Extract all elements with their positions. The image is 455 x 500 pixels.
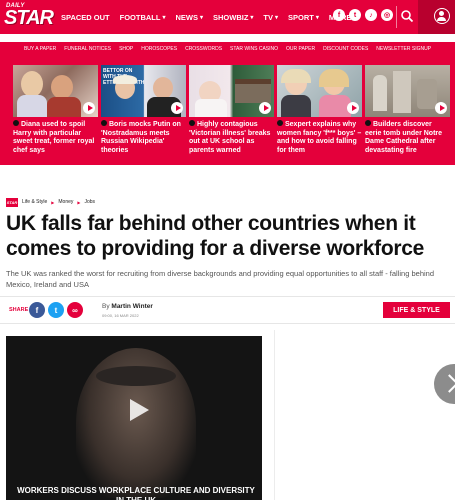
nav-item-football[interactable]: FOOTBALL ▾ — [120, 13, 166, 22]
bullet-dot-icon — [13, 120, 19, 126]
subnav-funeral-notices[interactable]: FUNERAL NOTICES — [64, 46, 111, 52]
play-icon — [435, 102, 447, 114]
search-icon[interactable] — [400, 9, 414, 23]
bullet-dot-icon — [277, 120, 283, 126]
section-button[interactable]: LIFE & STYLE — [383, 302, 450, 318]
play-icon — [259, 102, 271, 114]
account-icon[interactable] — [434, 8, 450, 24]
instagram-icon[interactable]: ◎ — [381, 9, 393, 21]
nav-label: SPACED OUT — [61, 12, 110, 22]
promo-thumbnail — [277, 65, 362, 117]
play-icon[interactable] — [124, 396, 152, 424]
subnav-discount-codes[interactable]: DISCOUNT CODES — [323, 46, 368, 52]
column-divider — [274, 330, 275, 500]
subnav-newsletter-signup[interactable]: NEWSLETTER SIGNUP — [376, 46, 431, 52]
chevron-down-icon: ▾ — [315, 14, 319, 21]
main-menu: SPACED OUT FOOTBALL ▾ NEWS ▾ SHOWBIZ ▾ TV ▾ … — [61, 0, 356, 34]
link-share-icon[interactable]: ∞ — [67, 302, 83, 318]
subnav-shop[interactable]: SHOP — [119, 46, 133, 52]
chevron-down-icon: ▾ — [199, 14, 203, 21]
chevron-right-icon: ▶ — [51, 199, 55, 205]
twitter-icon[interactable]: t — [349, 9, 361, 21]
breadcrumb-money[interactable]: Money — [58, 199, 73, 205]
share-label: SHARE — [9, 307, 29, 313]
breadcrumb-jobs[interactable]: Jobs — [84, 199, 95, 205]
promo-thumbnail: BETTOR ON WITH THE ETTING ON WITH — [101, 65, 186, 117]
logo-big-text: STAR — [4, 7, 54, 29]
nav-label: SHOWBIZ — [212, 12, 249, 22]
chevron-down-icon: ▾ — [250, 14, 254, 21]
author-name[interactable]: Martin Winter — [111, 303, 152, 310]
breadcrumb-life-style[interactable]: Life & Style — [22, 199, 47, 205]
nav-item-tv[interactable]: TV ▾ — [263, 13, 278, 22]
promo-card[interactable]: BETTOR ON WITH THE ETTING ON WITH Boris … — [101, 65, 186, 155]
promo-title: Highly contagious 'Victorian illness' br… — [189, 120, 271, 154]
video-frame-hair — [96, 366, 176, 386]
promo-card[interactable]: Builders discover eerie tomb under Notre… — [365, 65, 450, 155]
bullet-dot-icon — [101, 120, 107, 126]
sub-nav: BUY A PAPER FUNERAL NOTICES SHOP HOROSCO… — [0, 42, 455, 55]
subnav-horoscopes[interactable]: HOROSCOPES — [141, 46, 177, 52]
nav-label: NEWS — [175, 12, 198, 22]
play-icon — [347, 102, 359, 114]
author-byline: By Martin Winter — [102, 303, 153, 310]
chevron-right-icon: ▶ — [77, 199, 81, 205]
subnav-our-paper[interactable]: OUR PAPER — [286, 46, 315, 52]
article-headline: UK falls far behind other countries when… — [6, 212, 425, 260]
social-links: f t ♪ ◎ — [333, 9, 393, 21]
promo-title: Sexpert explains why women fancy 'f*** b… — [277, 120, 362, 154]
breadcrumb: STAR Life & Style ▶ Money ▶ Jobs — [6, 196, 95, 208]
nav-divider — [396, 6, 397, 28]
promo-card[interactable]: Diana used to spoil Harry with particula… — [13, 65, 98, 155]
publish-date: 09:00, 16 MAR 2022 — [102, 313, 139, 318]
promo-cards: Diana used to spoil Harry with particula… — [13, 65, 450, 155]
nav-label: FOOTBALL — [119, 12, 161, 22]
bullet-dot-icon — [365, 120, 371, 126]
twitter-share-icon[interactable]: t — [48, 302, 64, 318]
next-article-arrow-icon[interactable] — [434, 364, 455, 404]
chevron-down-icon: ▾ — [275, 14, 279, 21]
tiktok-icon[interactable]: ♪ — [365, 9, 377, 21]
play-icon — [83, 102, 95, 114]
promo-band: Diana used to spoil Harry with particula… — [0, 55, 455, 165]
nav-label: TV — [263, 12, 274, 22]
promo-card[interactable]: Sexpert explains why women fancy 'f*** b… — [277, 65, 362, 155]
promo-title: Boris mocks Putin on 'Nostradamus meets … — [101, 120, 181, 154]
subnav-buy-a-paper[interactable]: BUY A PAPER — [24, 46, 56, 52]
bullet-dot-icon — [189, 120, 195, 126]
video-caption: WORKERS DISCUSS WORKPLACE CULTURE AND DI… — [17, 486, 255, 500]
promo-thumbnail — [365, 65, 450, 117]
promo-title: Builders discover eerie tomb under Notre… — [365, 120, 443, 154]
nav-item-news[interactable]: NEWS ▾ — [175, 13, 203, 22]
subnav-star-wins-casino[interactable]: STAR WINS CASINO — [230, 46, 278, 52]
star-mini-logo: STAR — [6, 197, 18, 207]
daily-star-logo[interactable]: DAILY STAR — [4, 2, 54, 32]
promo-thumbnail — [13, 65, 98, 117]
facebook-share-icon[interactable]: f — [29, 302, 45, 318]
byline-row: SHARE f t ∞ By Martin Winter 09:00, 16 M… — [0, 296, 455, 324]
video-player[interactable]: WORKERS DISCUSS WORKPLACE CULTURE AND DI… — [6, 336, 262, 500]
nav-item-sport[interactable]: SPORT ▾ — [288, 13, 319, 22]
promo-title: Diana used to spoil Harry with particula… — [13, 120, 95, 154]
promo-card[interactable]: Highly contagious 'Victorian illness' br… — [189, 65, 274, 155]
article-standfirst: The UK was ranked the worst for recruiti… — [6, 269, 435, 289]
promo-thumbnail — [189, 65, 274, 117]
nav-item-showbiz[interactable]: SHOWBIZ ▾ — [213, 13, 253, 22]
subnav-crosswords[interactable]: CROSSWORDS — [185, 46, 222, 52]
nav-label: SPORT — [288, 12, 314, 22]
nav-item-spaced-out[interactable]: SPACED OUT — [61, 13, 110, 22]
play-icon — [171, 102, 183, 114]
top-nav: DAILY STAR SPACED OUT FOOTBALL ▾ NEWS ▾ SH… — [0, 0, 455, 34]
facebook-icon[interactable]: f — [333, 9, 345, 21]
chevron-down-icon: ▾ — [162, 14, 166, 21]
byline-prefix: By — [102, 303, 110, 310]
